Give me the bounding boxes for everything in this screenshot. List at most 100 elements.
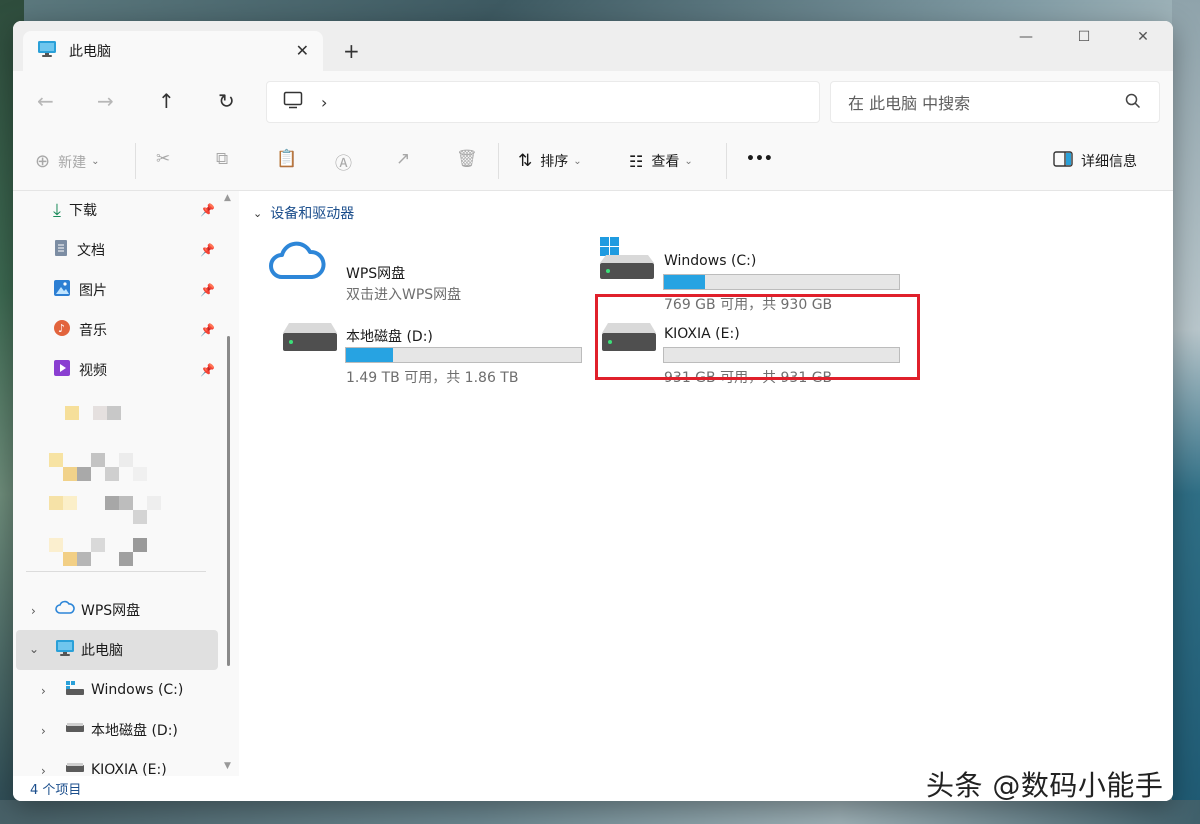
drive-icon [65, 722, 85, 738]
drive-name: WPS网盘 [346, 266, 406, 282]
sidebar-item-pictures[interactable]: 图片 📌 [53, 271, 215, 309]
refresh-icon[interactable]: ↻ [218, 89, 235, 113]
scroll-down-icon[interactable]: ▼ [224, 761, 231, 771]
drive-usage-fill [346, 348, 393, 362]
pin-icon[interactable]: 📌 [200, 363, 215, 377]
drive-icon [65, 762, 85, 776]
sidebar-item-drive-c[interactable]: Windows (C:) [65, 671, 215, 709]
breadcrumb-chevron-icon[interactable]: › [321, 93, 327, 112]
sidebar-item-label: 文档 [77, 243, 105, 259]
sidebar-item-label: 本地磁盘 (D:) [91, 723, 178, 739]
title-bar: 此电脑 ✕ + — ☐ ✕ [13, 21, 1173, 71]
sidebar-item-drive-d[interactable]: 本地磁盘 (D:) [65, 711, 215, 749]
sidebar-item-label: 下载 [68, 203, 97, 219]
paste-icon[interactable]: 📋 [276, 149, 297, 169]
chevron-down-icon: ⌄ [573, 155, 582, 167]
chevron-right-icon[interactable]: › [41, 724, 46, 738]
details-label: 详细信息 [1081, 154, 1137, 170]
chevron-down-icon[interactable]: ⌄ [29, 642, 39, 656]
sidebar-item-downloads[interactable]: ⤓ 下载 📌 [53, 191, 215, 229]
windows-drive-icon [65, 680, 85, 700]
new-tab-plus-icon[interactable]: + [343, 39, 360, 63]
chevron-down-icon: ⌄ [91, 156, 100, 167]
chevron-right-icon[interactable]: › [41, 764, 46, 776]
command-toolbar: ⊕ 新建 ⌄ ✂ ⧉ 📋 Ⓐ ↗ 🗑 ⇅ 排序 ⌄ ☷ 查看 ⌄ ••• 详细信… [13, 131, 1173, 191]
chevron-right-icon[interactable]: › [41, 684, 46, 698]
search-box[interactable]: 在 此电脑 中搜索 [830, 81, 1160, 123]
maximize-button[interactable]: ☐ [1064, 29, 1104, 45]
content-pane: ⌄ 设备和驱动器 WPS网盘 双击进入WPS网盘 Windows (C:) 76… [243, 191, 1173, 776]
drive-usage-bar [345, 347, 582, 363]
new-button[interactable]: ⊕ 新建 ⌄ [35, 151, 99, 172]
search-placeholder: 在 此电脑 中搜索 [848, 94, 971, 113]
sidebar-item-this-pc[interactable]: 此电脑 [55, 631, 215, 669]
chevron-down-icon: ⌄ [253, 206, 263, 220]
svg-text:♪: ♪ [58, 322, 65, 335]
download-icon: ⤓ [53, 199, 61, 221]
view-button[interactable]: ☷ 查看 ⌄ [629, 151, 693, 171]
close-window-button[interactable]: ✕ [1123, 29, 1163, 45]
tab-close-icon[interactable]: ✕ [296, 41, 309, 60]
computer-outline-icon [283, 91, 303, 113]
forward-arrow-icon[interactable]: → [97, 89, 114, 113]
drive-name: 本地磁盘 (D:) [346, 329, 433, 345]
sidebar-item-label: 视频 [79, 363, 107, 379]
up-arrow-icon[interactable]: ↑ [158, 89, 175, 113]
sidebar-item-label: 此电脑 [81, 643, 123, 659]
back-arrow-icon[interactable]: ← [37, 89, 54, 113]
details-pane-button[interactable]: 详细信息 [1053, 151, 1137, 171]
sidebar-item-videos[interactable]: 视频 📌 [53, 351, 215, 389]
scroll-thumb[interactable] [227, 336, 230, 666]
sidebar-item-wps[interactable]: WPS网盘 [55, 591, 215, 629]
pin-icon[interactable]: 📌 [200, 203, 215, 217]
pin-icon[interactable]: 📌 [200, 243, 215, 257]
section-header[interactable]: ⌄ 设备和驱动器 [253, 203, 354, 223]
more-options-button[interactable]: ••• [746, 151, 773, 167]
drive-name: Windows (C:) [664, 253, 757, 269]
rename-icon[interactable]: Ⓐ [335, 149, 352, 174]
sort-button[interactable]: ⇅ 排序 ⌄ [518, 151, 582, 171]
sidebar-divider [26, 571, 206, 572]
file-explorer-window: 此电脑 ✕ + — ☐ ✕ ← → ↑ ↻ › 在 此电脑 中搜索 ⊕ 新建 ⌄… [13, 21, 1173, 801]
blurred-sidebar-item [65, 406, 135, 426]
computer-icon [55, 639, 75, 661]
blurred-sidebar-item [49, 496, 169, 530]
pictures-icon [53, 279, 71, 301]
section-title: 设备和驱动器 [270, 206, 355, 222]
copy-icon[interactable]: ⧉ [216, 149, 228, 169]
cut-icon[interactable]: ✂ [156, 149, 170, 169]
minimize-button[interactable]: — [1006, 29, 1046, 45]
watermark: 头条 @数码小能手 [926, 769, 1164, 802]
sort-arrows-icon: ⇅ [518, 151, 533, 171]
scroll-up-icon[interactable]: ▲ [224, 193, 231, 203]
tab-this-pc[interactable]: 此电脑 ✕ [23, 31, 323, 71]
navigation-bar: ← → ↑ ↻ › 在 此电脑 中搜索 [13, 71, 1173, 131]
sidebar-item-documents[interactable]: 文档 📌 [53, 231, 215, 269]
sidebar-item-drive-e[interactable]: KIOXIA (E:) [65, 751, 215, 776]
search-icon[interactable] [1125, 93, 1141, 113]
drive-subtitle: 1.49 TB 可用，共 1.86 TB [346, 370, 519, 386]
delete-icon[interactable]: 🗑 [456, 149, 478, 169]
drive-usage-bar [663, 274, 900, 290]
pin-icon[interactable]: 📌 [200, 283, 215, 297]
pin-icon[interactable]: 📌 [200, 323, 215, 337]
toolbar-divider [135, 143, 136, 179]
drive-icon [281, 321, 339, 359]
sidebar-scrollbar[interactable]: ▲ ▼ [223, 191, 233, 776]
sidebar-item-label: WPS网盘 [81, 603, 141, 619]
new-label: 新建 [58, 154, 87, 171]
chevron-right-icon[interactable]: › [31, 604, 36, 618]
navigation-pane: ⤓ 下载 📌 文档 📌 图片 📌 ♪ 音乐 📌 视频 📌 › WPS网盘 ⌄ 此… [13, 191, 239, 776]
tab-title: 此电脑 [69, 44, 111, 60]
blurred-sidebar-item [49, 453, 159, 487]
music-icon: ♪ [53, 319, 71, 341]
share-icon[interactable]: ↗ [396, 149, 410, 169]
red-highlight-box [595, 294, 920, 380]
address-bar[interactable]: › [266, 81, 820, 123]
sidebar-item-music[interactable]: ♪ 音乐 📌 [53, 311, 215, 349]
toolbar-divider [726, 143, 727, 179]
details-pane-icon [1053, 151, 1073, 171]
sidebar-item-label: Windows (C:) [91, 682, 184, 698]
sort-label: 排序 [540, 154, 569, 170]
toolbar-divider [498, 143, 499, 179]
